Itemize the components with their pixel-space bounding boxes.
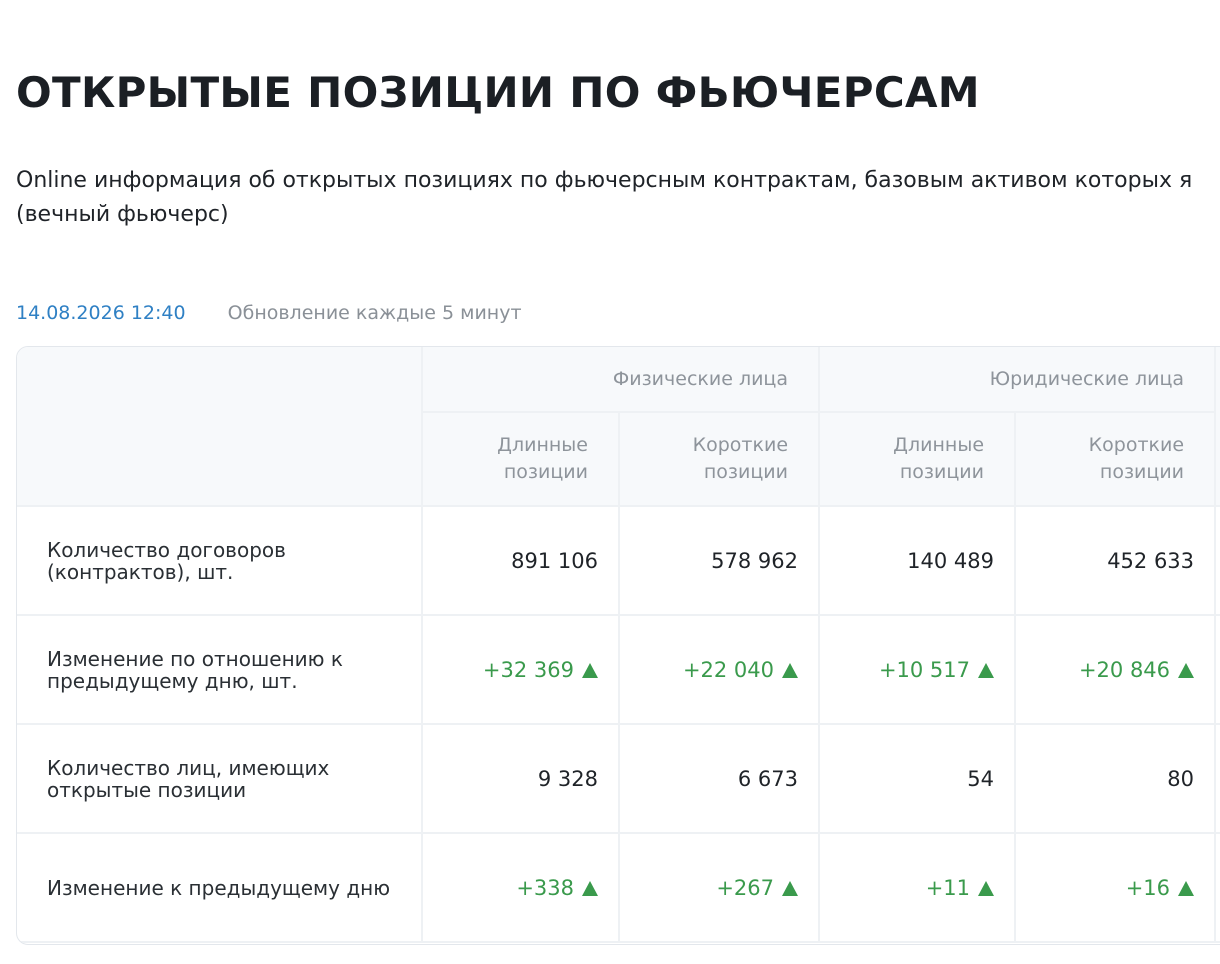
cell-value: +20 846 (1078, 657, 1171, 682)
cell-value: +10 517 (878, 657, 971, 682)
open-positions-table: Физические лица Юридические лица Длинные… (16, 346, 1220, 945)
triangle-up-icon (978, 880, 995, 896)
cell-value: 6 673 (737, 766, 799, 791)
update-frequency-note: Обновление каждые 5 минут (227, 302, 522, 324)
row-label: Количество договоров (контрактов), шт. (17, 506, 423, 616)
triangle-up-icon (1178, 880, 1195, 896)
page: ОТКРЫТЫЕ ПОЗИЦИИ ПО ФЬЮЧЕРСАМ Online инф… (0, 0, 1220, 964)
subheader-legal-short: Короткие позиции (1014, 411, 1217, 507)
table-cell: +267 (617, 832, 821, 943)
table-cell: 578 962 (617, 506, 821, 616)
cell-value: 891 106 (511, 548, 598, 573)
table-cell: +338 (421, 832, 620, 943)
table-cell: 452 633 (1014, 506, 1217, 616)
cell-value: 80 (1167, 766, 1195, 791)
table-row: Изменение к предыдущему дню +338 +267 +11 +1… (17, 832, 1220, 943)
header-overflow-cell (1214, 347, 1220, 507)
triangle-up-icon (978, 662, 995, 678)
table-cell: 54 (818, 723, 1017, 834)
table-cell: 891 106 (421, 506, 620, 616)
table-body: Количество договоров (контрактов), шт. 89… (17, 506, 1220, 943)
cell-value: 578 962 (711, 548, 799, 573)
table-row: Количество лиц, имеющих открытые позиции… (17, 723, 1220, 834)
group-header-individuals: Физические лица (420, 347, 821, 413)
row-label: Изменение по отношению к предыдущему дню… (17, 614, 423, 725)
triangle-up-icon (782, 880, 799, 896)
table-cell: +22 040 (617, 614, 821, 725)
overflow-cell (1214, 614, 1220, 725)
page-description: Online информация об открытых позициях п… (16, 164, 1220, 232)
overflow-cell (1214, 832, 1220, 943)
description-line-2: (вечный фьючерс) (16, 202, 229, 227)
table-cell: 6 673 (617, 723, 821, 834)
table-cell: +10 517 (818, 614, 1017, 725)
table-cell: +32 369 (421, 614, 620, 725)
triangle-up-icon (582, 662, 598, 678)
update-info: 14.08.2026 12:40 Обновление каждые 5 мин… (16, 302, 522, 324)
overflow-cell (1214, 506, 1220, 616)
page-title: ОТКРЫТЫЕ ПОЗИЦИИ ПО ФЬЮЧЕРСАМ (16, 68, 980, 117)
cell-value: +22 040 (682, 657, 775, 682)
cell-value: 9 328 (537, 766, 598, 791)
update-timestamp: 14.08.2026 12:40 (16, 302, 186, 324)
table-row: Количество договоров (контрактов), шт. 89… (17, 506, 1220, 616)
table-cell: 80 (1014, 723, 1217, 834)
row-label: Изменение к предыдущему дню (17, 832, 423, 943)
cell-value: +32 369 (482, 657, 574, 682)
cell-value: 452 633 (1107, 548, 1195, 573)
subheader-individuals-short: Короткие позиции (617, 411, 821, 507)
description-line-1: Online информация об открытых позициях п… (16, 168, 1193, 193)
overflow-cell (1214, 723, 1220, 834)
triangle-up-icon (1178, 662, 1195, 678)
table-cell: +11 (818, 832, 1017, 943)
cell-value: +267 (716, 875, 775, 900)
group-header-legal-entities: Юридические лица (818, 347, 1217, 413)
row-label: Количество лиц, имеющих открытые позиции (17, 723, 423, 834)
table-cell: +20 846 (1014, 614, 1217, 725)
cell-value: +338 (516, 875, 574, 900)
triangle-up-icon (782, 662, 799, 678)
subheader-individuals-long: Длинные позиции (422, 411, 620, 507)
table-cell: 9 328 (421, 723, 620, 834)
cell-value: +16 (1125, 875, 1171, 900)
cell-value: 140 489 (907, 548, 995, 573)
table-corner-cell (17, 347, 423, 507)
table-cell: +16 (1014, 832, 1217, 943)
triangle-up-icon (582, 880, 598, 896)
table-row: Изменение по отношению к предыдущему дню… (17, 614, 1220, 725)
cell-value: +11 (925, 875, 971, 900)
table-cell: 140 489 (818, 506, 1017, 616)
subheader-legal-long: Длинные позиции (818, 411, 1017, 507)
cell-value: 54 (967, 766, 995, 791)
